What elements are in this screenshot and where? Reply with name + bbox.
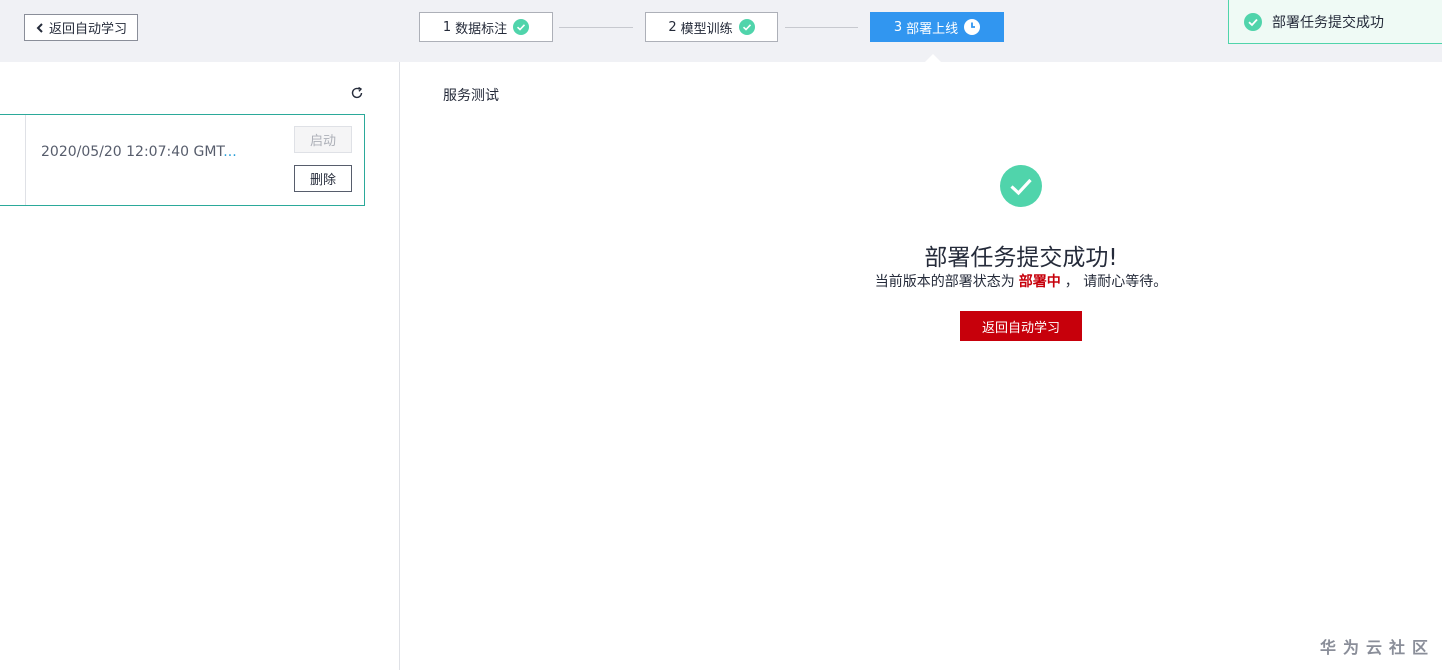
- refresh-icon[interactable]: [350, 86, 364, 100]
- card-divider: [25, 115, 26, 205]
- success-toast: 部署任务提交成功: [1228, 0, 1442, 44]
- step-model-training[interactable]: 2 模型训练: [645, 12, 778, 42]
- desc-prefix: 当前版本的部署状态为: [874, 274, 1015, 290]
- back-button-label: 返回自动学习: [49, 22, 128, 37]
- deploy-state-label: 部署中: [1018, 274, 1061, 290]
- step-number: 2: [668, 19, 677, 35]
- back-to-auto-learning-button[interactable]: 返回自动学习: [24, 14, 138, 41]
- service-test-title: 服务测试: [443, 88, 499, 104]
- success-check-icon: [1000, 165, 1042, 207]
- clock-icon: [964, 19, 981, 35]
- top-bar: 返回自动学习 1 数据标注 2 模型训练 3 部署上线: [0, 0, 1442, 62]
- check-circle-icon: [738, 19, 755, 35]
- toast-message: 部署任务提交成功: [1272, 14, 1384, 31]
- check-circle-icon: [1244, 12, 1262, 31]
- step-number: 3: [893, 19, 903, 35]
- deploy-status-description: 当前版本的部署状态为 部署中， 请耐心等待。: [800, 271, 1242, 291]
- step-label: 部署上线: [906, 21, 959, 37]
- step-connector: [559, 27, 633, 28]
- version-panel: 2020/05/20 12:07:40 GMT... 启动 删除: [0, 62, 400, 670]
- step-deploy[interactable]: 3 部署上线: [870, 12, 1004, 42]
- delete-button[interactable]: 删除: [294, 165, 352, 192]
- step-connector: [785, 27, 858, 28]
- step-data-labeling[interactable]: 1 数据标注: [419, 12, 553, 42]
- check-circle-icon: [513, 19, 530, 35]
- version-card[interactable]: 2020/05/20 12:07:40 GMT... 启动 删除: [0, 114, 365, 206]
- step-label: 数据标注: [455, 21, 508, 37]
- active-step-pointer: [925, 54, 941, 62]
- return-auto-learning-button[interactable]: 返回自动学习: [960, 311, 1082, 341]
- watermark: 华为云社区: [1320, 638, 1436, 657]
- desc-suffix: ， 请耐心等待。: [1064, 274, 1168, 290]
- success-title: 部署任务提交成功!: [924, 245, 1118, 271]
- version-time-ellipsis: ...: [223, 144, 237, 160]
- step-label: 模型训练: [680, 21, 733, 37]
- step-number: 1: [442, 19, 452, 35]
- chevron-left-icon: [34, 22, 46, 34]
- version-time: 2020/05/20 12:07:40 GMT...: [41, 144, 237, 160]
- version-time-text: 2020/05/20 12:07:40 GMT: [41, 144, 224, 160]
- start-button[interactable]: 启动: [294, 126, 352, 153]
